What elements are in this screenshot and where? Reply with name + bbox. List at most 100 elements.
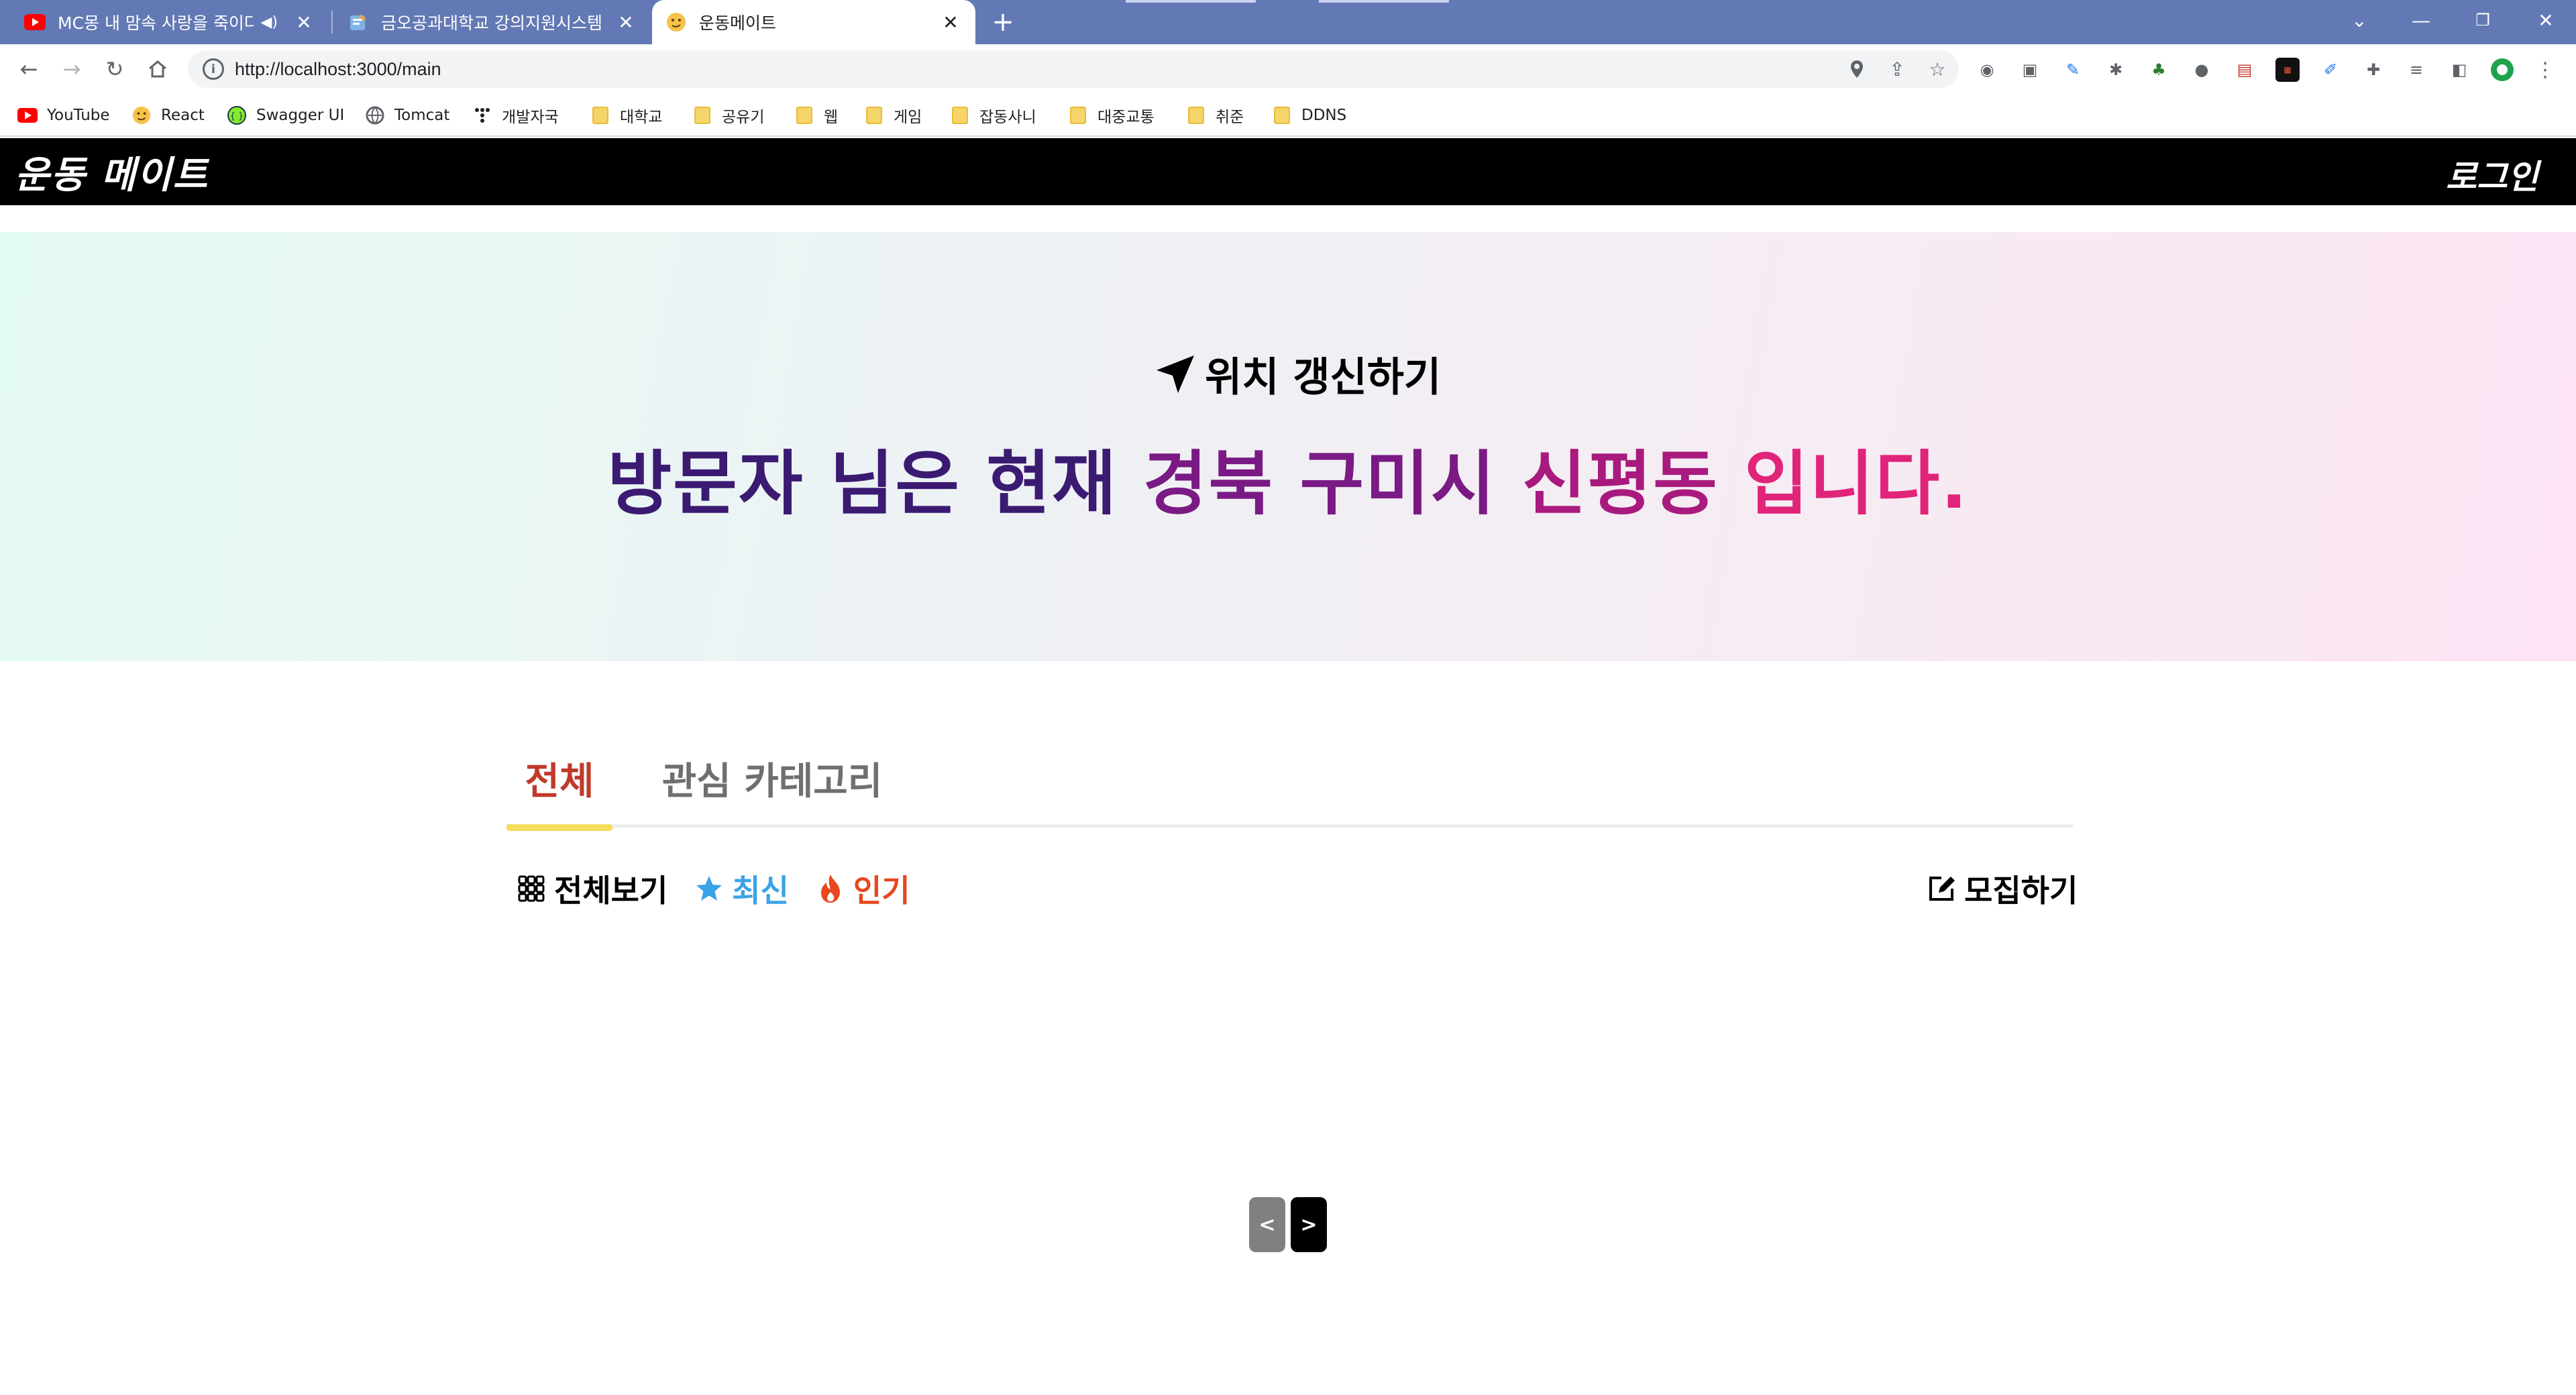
tab-search-chevron-icon[interactable]: ⌄ [2329,0,2390,40]
bug-icon[interactable]: ✱ [2104,58,2128,82]
share-icon[interactable]: ⇪ [1885,57,1909,81]
youtube-icon [17,105,38,125]
folder-icon [864,105,884,125]
bookmarks-bar: YouTube React { } Swagger UI Tomcat 개발자국… [0,94,2576,137]
login-button[interactable]: 로그인 [2446,150,2538,199]
bookmark-label: 잡동사니 [979,109,1036,126]
menu-kebab-icon[interactable]: ⋮ [2533,58,2557,82]
star-icon[interactable]: ☆ [1925,57,1949,81]
bookmark-label: DDNS [1301,107,1347,124]
bookmark-folder[interactable]: 대중교통 [1068,103,1155,127]
bookmark-tomcat[interactable]: Tomcat [365,103,449,127]
bookmark-label: 개발자국 [502,109,559,126]
bookmark-folder[interactable]: 대학교 [590,103,662,127]
brand-logo[interactable]: 운동 메이트 [15,145,209,199]
bookmark-folder[interactable]: DDNS [1272,103,1346,127]
app-navbar: 운동 메이트 로그인 [0,138,2576,205]
minimize-icon[interactable]: — [2391,0,2451,40]
tab-all-label: 전체 [525,760,594,803]
refresh-location-button[interactable]: 위치 갱신하기 [1154,345,1441,403]
tab-all[interactable]: 전체 [506,751,612,831]
fire-icon [816,874,845,903]
location-headline: 방문자 님은 현재 경북 구미시 신평동 입니다. [0,427,2576,528]
bookmark-folder[interactable]: 공유기 [692,103,764,127]
pagination: < > [1249,1197,1332,1252]
bookmark-label: 공유기 [722,109,765,126]
folder-icon [794,105,814,125]
folder-icon [1272,105,1292,125]
edit-icon [1929,877,1955,901]
bookmark-folder[interactable]: 웹 [794,103,838,127]
bookmark-devjagook[interactable]: 개발자국 [472,103,559,127]
active-tab-underline [506,824,612,831]
browser-toolbar: ← → ↻ i http://localhost:3000/main ⇪ ☆ ◉… [0,44,2576,94]
camera-icon[interactable]: ◉ [1975,58,1999,82]
location-hero: 위치 갱신하기 방문자 님은 현재 경북 구미시 신평동 입니다. [0,232,2576,661]
notepad-icon [347,11,369,33]
reading-list-icon[interactable]: ≡ [2404,58,2428,82]
bookmark-label: 대중교통 [1097,109,1155,126]
browser-tab-lms[interactable]: 금오공과대학교 강의지원시스템 ✕ [334,0,651,44]
next-page-button[interactable]: > [1291,1197,1327,1252]
bookmark-swagger[interactable]: { } Swagger UI [227,103,344,127]
bookmark-folder[interactable]: 잡동사니 [950,103,1036,127]
tabstrip-indicator [1126,0,1256,3]
bookmark-label: YouTube [47,107,110,124]
close-icon[interactable]: ✕ [939,11,962,34]
close-icon[interactable]: ✕ [614,11,637,34]
tab-title: 운동메이트 [699,13,777,33]
reload-icon[interactable]: ↻ [98,52,131,86]
new-tab-button[interactable]: + [986,5,1020,39]
back-icon[interactable]: ← [12,52,46,86]
url-text: http://localhost:3000/main [235,59,441,79]
tab-interest-category[interactable]: 관심 카테고리 [653,751,892,828]
filter-popular-button[interactable]: 인기 [816,867,910,911]
location-pin-icon[interactable] [1845,57,1869,81]
headline-suffix: 입니다. [1743,443,1969,524]
extension-pen-icon[interactable]: ✎ [2061,58,2085,82]
browser-tab-active[interactable]: 운동메이트 ✕ [652,0,975,44]
speaker-icon[interactable]: ◀) [260,14,278,31]
folder-icon [590,105,610,125]
forward-icon[interactable]: → [55,52,89,86]
bookmark-label: 웹 [824,109,839,126]
refresh-location-label: 위치 갱신하기 [1205,354,1442,401]
folder-icon [1068,105,1088,125]
close-window-icon[interactable]: ✕ [2516,0,2576,40]
close-icon[interactable]: ✕ [292,11,315,34]
screen-icon[interactable]: ▤ [2233,58,2257,82]
emoji-icon [665,11,687,33]
folder-icon [1186,105,1206,125]
grid-icon [517,874,546,903]
bookmark-label: React [161,107,205,124]
filter-all-button[interactable]: 전체보기 [517,867,667,911]
bookmark-label: 대학교 [620,109,663,126]
mouse-icon[interactable]: ● [2190,58,2214,82]
bookmark-react[interactable]: React [131,103,205,127]
svg-text:{ }: { } [230,111,244,121]
tab-separator [331,11,333,34]
filter-all-label: 전체보기 [554,873,668,909]
bookmark-folder[interactable]: 취준 [1186,103,1244,127]
recruit-button[interactable]: 모집하기 [1925,865,2078,912]
site-info-icon[interactable]: i [203,58,224,80]
home-icon[interactable] [141,52,174,86]
tab-interest-label: 관심 카테고리 [661,760,883,803]
headline-city: 구미시 [1299,443,1497,524]
pip-icon[interactable]: ▣ [2018,58,2042,82]
tab-title: 금오공과대학교 강의지원시스템 [381,13,602,33]
profile-avatar-icon[interactable] [2490,58,2514,82]
restore-icon[interactable]: ❐ [2453,0,2513,40]
filter-latest-button[interactable]: 최신 [694,867,789,911]
side-panel-icon[interactable]: ◧ [2447,58,2471,82]
filter-popular-label: 인기 [853,873,910,909]
extensions-puzzle-icon[interactable]: ✚ [2361,58,2385,82]
bookmark-folder[interactable]: 게임 [864,103,922,127]
browser-tab-youtube[interactable]: MC몽 내 맘속 사랑을 죽이다 ◀) ✕ [11,0,329,44]
prev-page-button[interactable]: < [1249,1197,1285,1252]
tree-icon[interactable]: ♣ [2147,58,2171,82]
address-bar[interactable]: i http://localhost:3000/main ⇪ ☆ [188,50,1959,88]
color-picker-icon[interactable]: ▦ [2275,58,2300,82]
bookmark-youtube[interactable]: YouTube [17,103,110,127]
translate-icon[interactable]: ✐ [2318,58,2343,82]
